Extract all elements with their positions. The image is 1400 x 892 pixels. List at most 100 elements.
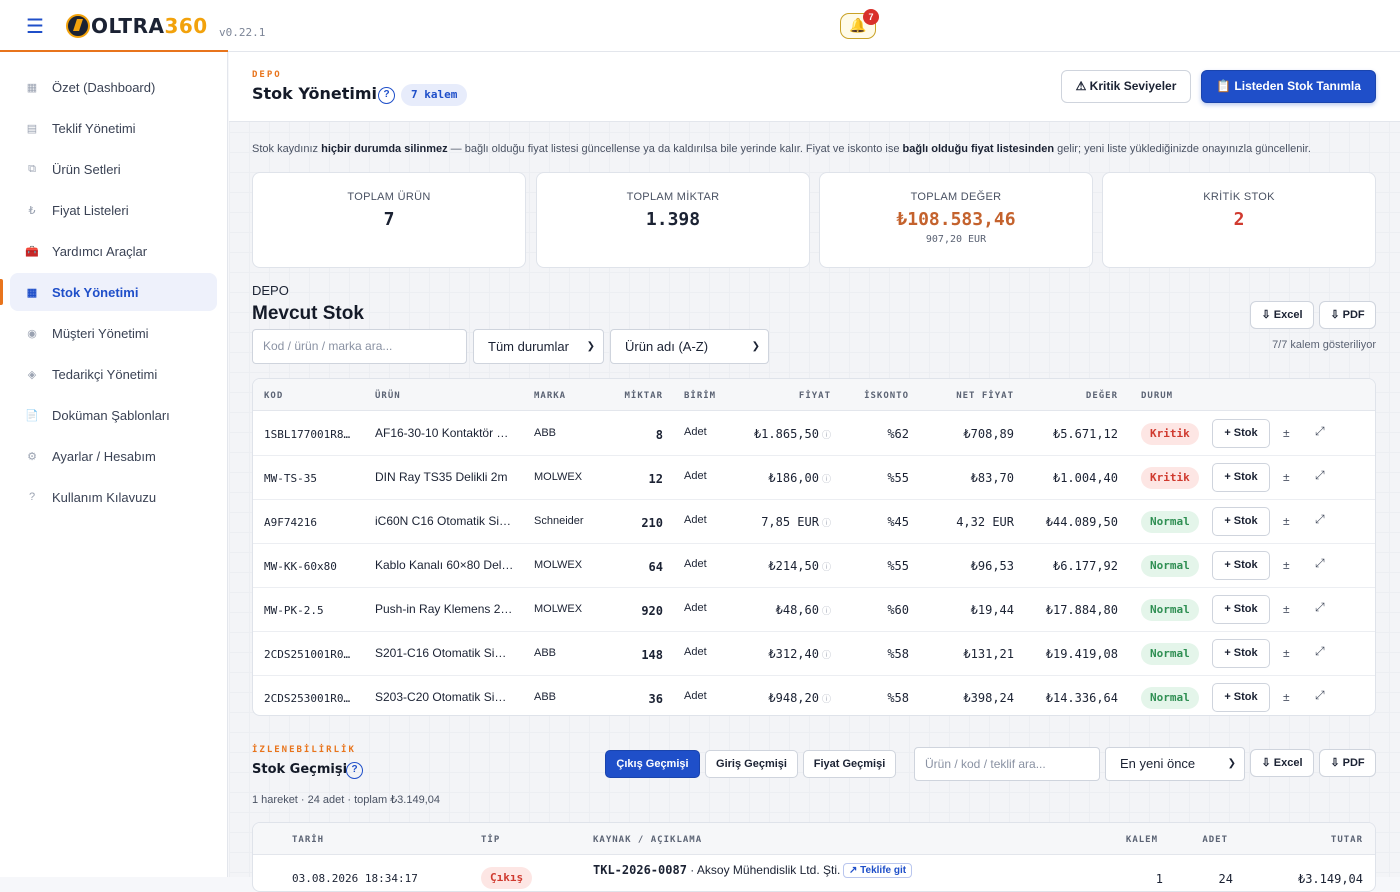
expand-icon[interactable]: ⤢ — [1315, 644, 1325, 659]
sidebar-item-teklif-yönetimi[interactable]: ▤ Teklif Yönetimi — [10, 109, 217, 147]
stock-unit: Adet — [684, 646, 707, 658]
expand-icon[interactable]: ⤢ — [1315, 512, 1325, 527]
column-header[interactable]: NET FİYAT — [953, 391, 1014, 401]
column-header[interactable]: MİKTAR — [623, 391, 663, 401]
info-icon[interactable]: ⓘ — [822, 431, 831, 441]
add-stock-button[interactable]: + Stok — [1212, 463, 1270, 492]
stock-section-title: Mevcut Stok — [252, 303, 364, 324]
column-header[interactable]: ÜRÜN — [375, 391, 401, 401]
stock-section-label: DEPO — [252, 283, 289, 298]
table-row[interactable]: MW-KK-60x80 Kablo Kanalı 60×80 Del… MOLWEX… — [253, 544, 1375, 588]
history-help-icon[interactable]: ? — [346, 762, 363, 779]
adjust-stock-icon[interactable]: ± — [1283, 514, 1290, 528]
history-tab[interactable]: Çıkış Geçmişi — [605, 750, 700, 778]
add-stock-button[interactable]: + Stok — [1212, 419, 1270, 448]
stock-quantity: 920 — [641, 604, 663, 618]
sidebar-item-ürün-setleri[interactable]: ⧉ Ürün Setleri — [10, 150, 217, 188]
adjust-stock-icon[interactable]: ± — [1283, 470, 1290, 484]
net-price: ₺131,21 — [963, 647, 1014, 661]
expand-icon[interactable]: ⤢ — [1315, 424, 1325, 439]
stock-search-input[interactable]: Kod / ürün / marka ara... — [252, 329, 467, 364]
sidebar-item-doküman-şablonları[interactable]: 📄 Doküman Şablonları — [10, 396, 217, 434]
history-column-header[interactable]: KAYNAK / AÇIKLAMA — [593, 835, 702, 845]
table-row[interactable]: 2CDS251001R0… S201-C16 Otomatik Si… ABB 148… — [253, 632, 1375, 676]
sidebar-item-yardımcı-araçlar[interactable]: 🧰 Yardımcı Araçlar — [10, 232, 217, 270]
history-excel-button[interactable]: ⇩ Excel — [1250, 749, 1314, 777]
add-stock-button[interactable]: + Stok — [1212, 639, 1270, 668]
add-stock-button[interactable]: + Stok — [1212, 551, 1270, 580]
stock-quantity: 36 — [648, 692, 663, 706]
history-column-header[interactable]: TUTAR — [1283, 835, 1363, 845]
sidebar-item-fiyat-listeleri[interactable]: ₺ Fiyat Listeleri — [10, 191, 217, 229]
stock-pdf-button[interactable]: ⇩ PDF — [1319, 301, 1376, 329]
sidebar-item-stok-yönetimi[interactable]: ▦ Stok Yönetimi — [0, 273, 217, 311]
history-column-header[interactable]: TARİH — [292, 835, 324, 845]
expand-icon[interactable]: ⤢ — [1315, 688, 1325, 703]
unit-price: 7,85 EUR ⓘ — [761, 515, 831, 529]
add-stock-button[interactable]: + Stok — [1212, 683, 1270, 712]
product-code: 2CDS253001R0… — [264, 692, 351, 705]
stock-sort-select[interactable]: Ürün adı (A-Z) ❯ — [610, 329, 769, 364]
sidebar-item-kullanım-kılavuzu[interactable]: ? Kullanım Kılavuzu — [10, 478, 217, 516]
column-header[interactable]: FİYAT — [763, 391, 831, 401]
sidebar-item-icon: ⧉ — [28, 162, 36, 175]
table-row[interactable]: A9F74216 iC60N C16 Otomatik Si… Schneider 2… — [253, 500, 1375, 544]
table-row[interactable]: 2CDS253001R0… S203-C20 Otomatik Si… ABB 36 A… — [253, 676, 1375, 715]
sidebar-item-icon: ◈ — [27, 368, 37, 381]
sidebar-item-ayarlar-hesabım[interactable]: ⚙ Ayarlar / Hesabım — [10, 437, 217, 475]
info-icon[interactable]: ⓘ — [822, 695, 831, 705]
info-icon[interactable]: ⓘ — [822, 475, 831, 485]
history-column-header[interactable]: TİP — [481, 835, 500, 845]
history-tab[interactable]: Fiyat Geçmişi — [803, 750, 896, 778]
history-search-input[interactable]: Ürün / kod / teklif ara... — [914, 747, 1100, 781]
history-column-header[interactable]: ADET — [1188, 835, 1228, 845]
stock-value: ₺17.884,80 — [1045, 603, 1118, 617]
column-header[interactable]: İSKONTO — [853, 391, 909, 401]
product-brand: MOLWEX — [534, 603, 583, 615]
table-row[interactable]: 1SBL177001R8… AF16-30-10 Kontaktör … ABB 8 A… — [253, 412, 1375, 456]
sidebar-item-müşteri-yönetimi[interactable]: ◉ Müşteri Yönetimi — [10, 314, 217, 352]
adjust-stock-icon[interactable]: ± — [1283, 426, 1290, 440]
table-row[interactable]: MW-TS-35 DIN Ray TS35 Delikli 2m MOLWEX 12 A… — [253, 456, 1375, 500]
column-header[interactable]: MARKA — [534, 391, 566, 401]
column-header[interactable]: BİRİM — [684, 391, 716, 401]
info-icon[interactable]: ⓘ — [822, 651, 831, 661]
sidebar-item-tedarikçi-yönetimi[interactable]: ◈ Tedarikçi Yönetimi — [10, 355, 217, 393]
add-stock-button[interactable]: + Stok — [1212, 507, 1270, 536]
help-icon[interactable]: ? — [378, 87, 395, 104]
stat-label: TOPLAM DEĞER — [910, 191, 1002, 203]
column-header[interactable]: DURUM — [1141, 391, 1173, 401]
adjust-stock-icon[interactable]: ± — [1283, 690, 1290, 704]
critical-levels-button[interactable]: ⚠ Kritik Seviyeler — [1061, 70, 1191, 103]
adjust-stock-icon[interactable]: ± — [1283, 602, 1290, 616]
history-sort-select[interactable]: En yeni önce ❯ — [1105, 747, 1245, 781]
product-name: iC60N C16 Otomatik Si… — [375, 514, 512, 528]
expand-icon[interactable]: ⤢ — [1315, 556, 1325, 571]
column-header[interactable]: KOD — [264, 391, 283, 401]
info-icon[interactable]: ⓘ — [822, 607, 831, 617]
adjust-stock-icon[interactable]: ± — [1283, 558, 1290, 572]
info-icon[interactable]: ⓘ — [822, 519, 831, 529]
history-summary: 1 hareket · 24 adet · toplam ₺3.149,04 — [252, 794, 441, 806]
expand-icon[interactable]: ⤢ — [1315, 600, 1325, 615]
define-stock-button[interactable]: 📋 Listeden Stok Tanımla — [1201, 70, 1376, 103]
stock-excel-button[interactable]: ⇩ Excel — [1250, 301, 1314, 329]
go-to-quote-link[interactable]: ↗ Teklife git — [843, 863, 913, 878]
info-icon[interactable]: ⓘ — [822, 563, 831, 573]
app-logo[interactable]: OLTRA 360 — [66, 14, 208, 38]
history-row[interactable]: 03.08.2026 18:34:17 Çıkış TKL-2026-0087 … — [253, 856, 1375, 891]
history-pdf-button[interactable]: ⇩ PDF — [1319, 749, 1376, 777]
table-row[interactable]: MW-PK-2.5 Push-in Ray Klemens 2… MOLWEX 920… — [253, 588, 1375, 632]
sidebar-item-özet-dashboard[interactable]: ▦ Özet (Dashboard) — [10, 68, 217, 106]
adjust-stock-icon[interactable]: ± — [1283, 646, 1290, 660]
expand-icon[interactable]: ⤢ — [1315, 468, 1325, 483]
column-header[interactable]: DEĞER — [1053, 391, 1118, 401]
status-filter-select[interactable]: Tüm durumlar ❯ — [473, 329, 604, 364]
add-stock-button[interactable]: + Stok — [1212, 595, 1270, 624]
menu-icon[interactable]: ☰ — [26, 14, 44, 39]
history-tab[interactable]: Giriş Geçmişi — [705, 750, 798, 778]
history-column-header[interactable]: KALEM — [1113, 835, 1158, 845]
product-name: DIN Ray TS35 Delikli 2m — [375, 470, 508, 484]
notifications-button[interactable]: 🔔 7 — [840, 9, 879, 39]
discount: %62 — [887, 427, 909, 441]
